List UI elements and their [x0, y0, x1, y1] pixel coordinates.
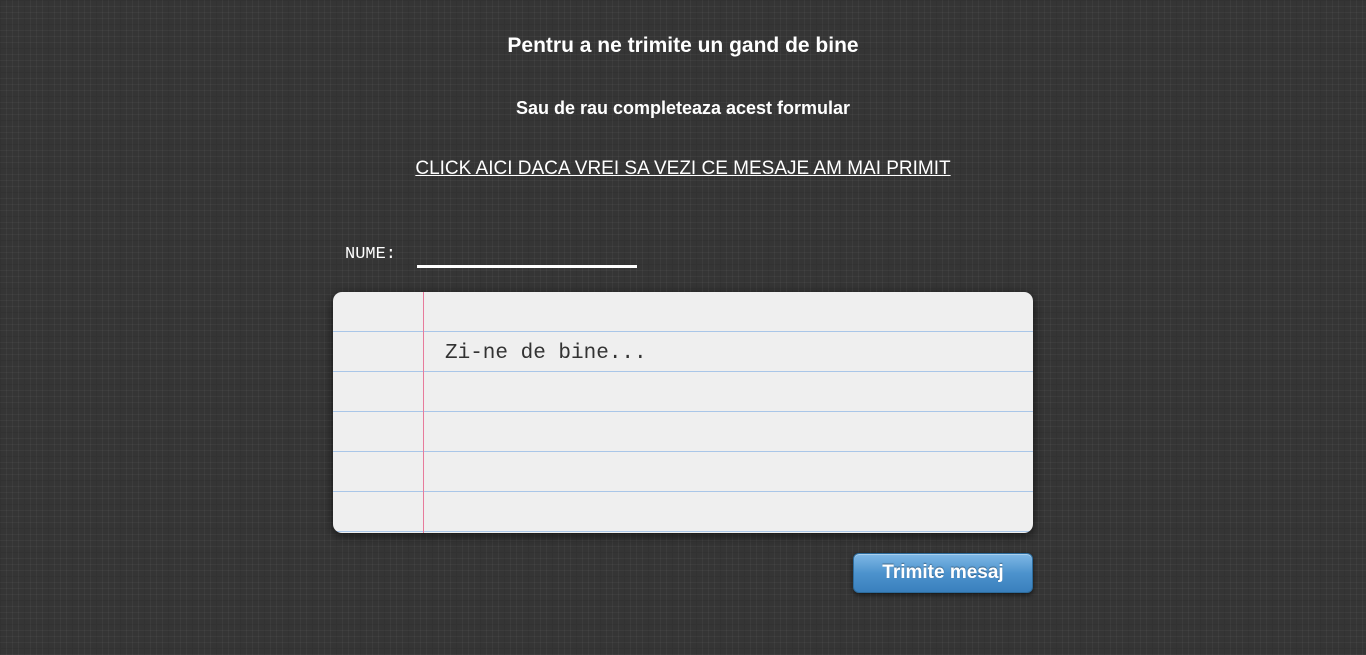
- message-textarea[interactable]: [445, 334, 1015, 524]
- view-messages-link[interactable]: CLICK AICI DACA VREI SA VEZI CE MESAJE A…: [415, 158, 950, 179]
- name-input[interactable]: [417, 242, 637, 268]
- view-messages-link-container: CLICK AICI DACA VREI SA VEZI CE MESAJE A…: [0, 158, 1366, 180]
- message-paper: [333, 292, 1033, 533]
- send-message-button[interactable]: Trimite mesaj: [853, 553, 1033, 593]
- name-label: NUME:: [345, 245, 397, 264]
- page-title: Pentru a ne trimite un gand de bine: [507, 34, 859, 57]
- paper-margin-line: [423, 292, 424, 533]
- page-subtitle: Sau de rau completeaza acest formular: [515, 98, 851, 118]
